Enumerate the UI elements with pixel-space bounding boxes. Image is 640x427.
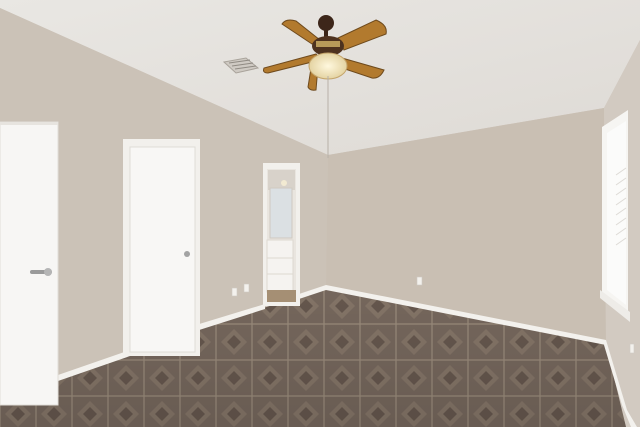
closed-door[interactable]: [129, 146, 196, 353]
light-switch-icon: [231, 287, 238, 297]
electrical-outlet-icon: [243, 283, 250, 293]
bedroom-scene: [0, 0, 640, 427]
window: [607, 121, 626, 305]
door-knob-icon[interactable]: [184, 251, 190, 257]
bathroom-vanity: [266, 239, 294, 293]
closet-door[interactable]: [0, 121, 59, 406]
electrical-outlet-icon: [416, 276, 423, 286]
bathroom-mirror: [269, 187, 293, 239]
electrical-outlet-icon: [629, 343, 635, 354]
